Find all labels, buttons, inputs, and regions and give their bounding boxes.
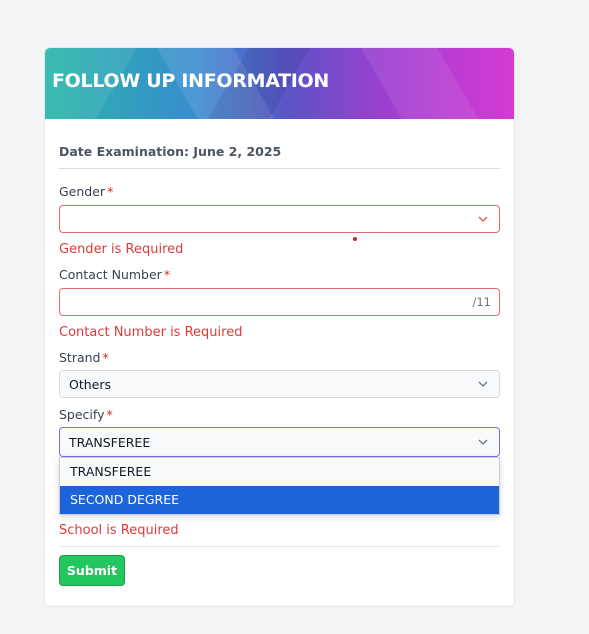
- submit-button[interactable]: Submit: [59, 555, 125, 586]
- strand-select[interactable]: Others: [59, 370, 500, 398]
- specify-dropdown: TRANSFEREE SECOND DEGREE: [59, 457, 500, 515]
- specify-select[interactable]: TRANSFEREE: [59, 427, 500, 457]
- option-second-degree[interactable]: SECOND DEGREE: [60, 486, 499, 514]
- chevron-down-icon: [478, 381, 488, 387]
- page-title: FOLLOW UP INFORMATION: [52, 70, 330, 92]
- divider: [59, 546, 500, 547]
- specify-value: TRANSFEREE: [69, 435, 151, 450]
- option-transferee[interactable]: TRANSFEREE: [60, 458, 499, 486]
- strand-label-text: Strand: [59, 350, 101, 365]
- school-error: School is Required: [59, 523, 179, 538]
- card-header: FOLLOW UP INFORMATION: [45, 48, 514, 119]
- gender-select[interactable]: [59, 205, 500, 233]
- exam-date: Date Examination: June 2, 2025: [59, 144, 282, 159]
- follow-up-card: FOLLOW UP INFORMATION Date Examination: …: [44, 47, 515, 607]
- gender-label-text: Gender: [59, 184, 106, 199]
- gender-label: Gender *: [59, 184, 113, 199]
- character-counter: /11: [472, 295, 491, 309]
- gender-error: Gender is Required: [59, 242, 184, 257]
- contact-label-text: Contact Number: [59, 267, 162, 282]
- required-marker: *: [163, 267, 171, 282]
- contact-label: Contact Number *: [59, 267, 170, 282]
- required-marker: *: [102, 350, 109, 365]
- divider: [59, 168, 500, 169]
- strand-label: Strand *: [59, 350, 109, 365]
- chevron-down-icon: [478, 216, 488, 222]
- required-marker: *: [107, 184, 114, 199]
- specify-label-text: Specify: [59, 407, 105, 422]
- chevron-down-icon: [478, 439, 488, 445]
- specify-label: Specify *: [59, 407, 113, 422]
- red-dot: [353, 237, 357, 241]
- required-marker: *: [106, 407, 113, 422]
- contact-error: Contact Number is Required: [59, 325, 243, 340]
- strand-value: Others: [69, 377, 112, 392]
- contact-number-input[interactable]: /11: [59, 288, 500, 316]
